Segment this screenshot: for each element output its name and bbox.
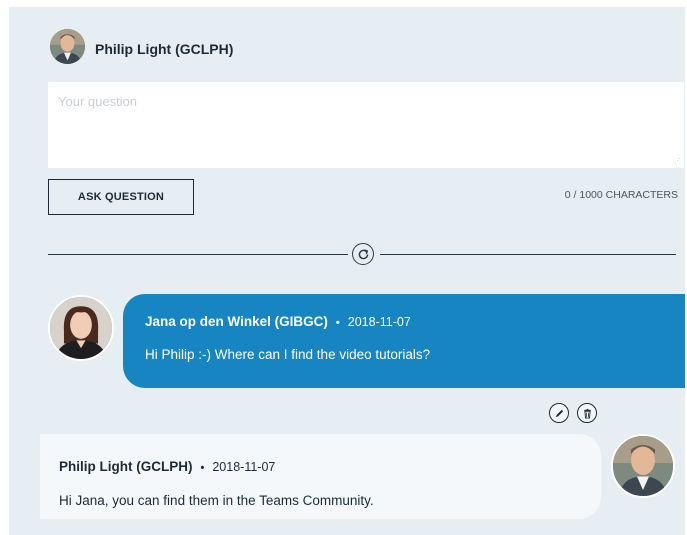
message-header: Jana op den Winkel (GIBGC) • 2018-11-07 xyxy=(145,314,411,329)
message-date: 2018-11-07 xyxy=(212,460,276,474)
character-counter: 0 / 1000 CHARACTERS xyxy=(564,189,678,201)
separator-dot: • xyxy=(200,462,205,474)
divider-left xyxy=(48,254,348,255)
message-author: Philip Light (GCLPH) xyxy=(59,459,193,474)
edit-icon xyxy=(555,409,563,417)
message-bubble-jana: Jana op den Winkel (GIBGC) • 2018-11-07 Hi… xyxy=(123,294,685,388)
current-user-avatar xyxy=(50,29,85,64)
message-date: 2018-11-07 xyxy=(347,315,411,329)
message-author: Jana op den Winkel (GIBGC) xyxy=(145,314,328,329)
message-text: Hi Philip :-) Where can I find the video… xyxy=(145,347,431,362)
message-header: Philip Light (GCLPH) • 2018-11-07 xyxy=(59,459,275,474)
resize-grip-icon[interactable]: ⋰ xyxy=(674,158,681,165)
current-user-name: Philip Light (GCLPH) xyxy=(95,41,234,57)
delete-icon xyxy=(583,408,591,419)
philip-avatar xyxy=(611,434,675,498)
refresh-icon xyxy=(358,248,368,259)
separator-dot: • xyxy=(335,317,340,329)
divider-right xyxy=(380,254,676,255)
refresh-button[interactable] xyxy=(352,243,374,265)
message-text: Hi Jana, you can find them in the Teams … xyxy=(59,493,374,508)
jana-avatar xyxy=(48,295,114,361)
question-input[interactable] xyxy=(48,82,684,168)
message-bubble-philip: Philip Light (GCLPH) • 2018-11-07 Hi Jana,… xyxy=(40,434,601,519)
edit-button[interactable] xyxy=(549,403,569,423)
delete-button[interactable] xyxy=(577,403,597,423)
ask-question-button[interactable]: ASK QUESTION xyxy=(48,179,194,215)
